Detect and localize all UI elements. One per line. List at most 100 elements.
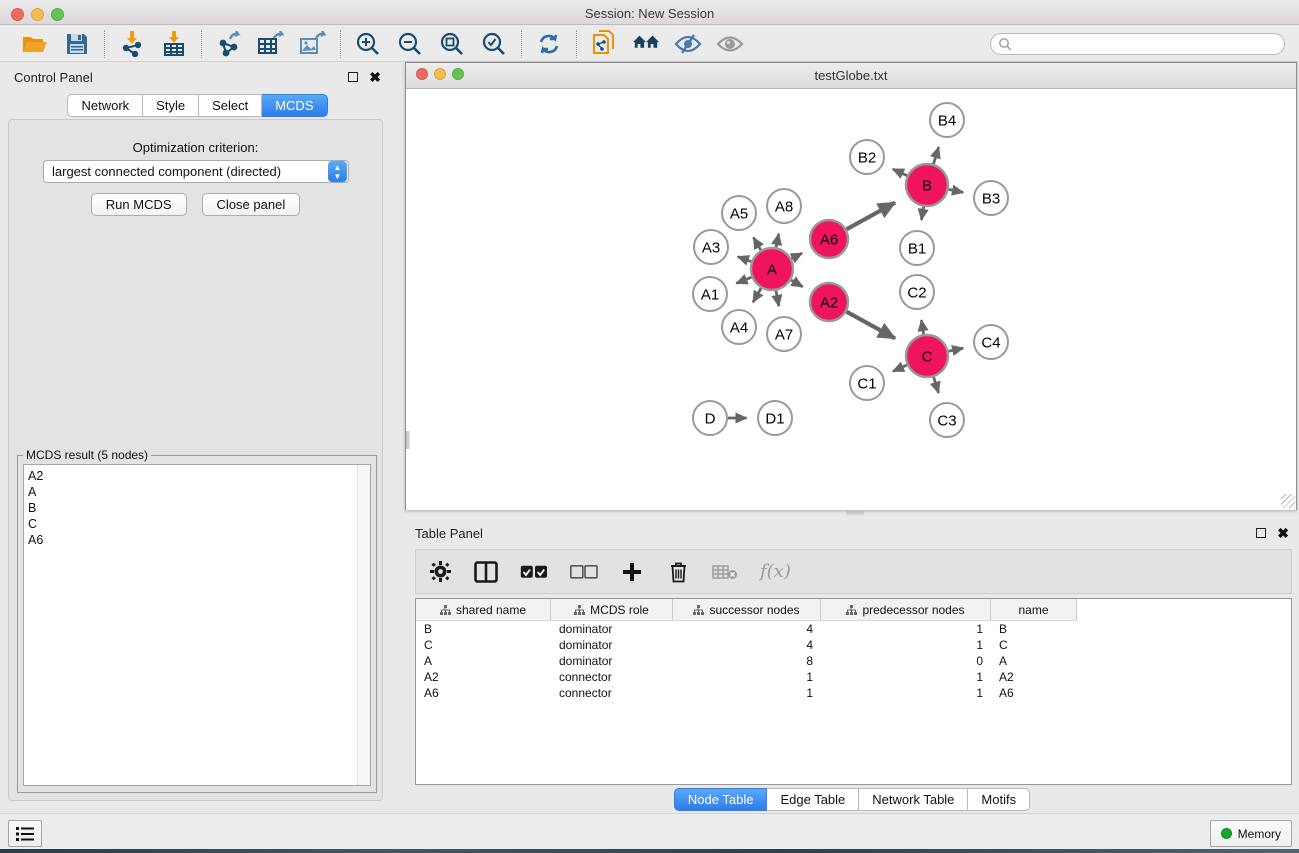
graph-edge-B-B3[interactable] [949,189,964,192]
zoom-out-icon[interactable] [396,30,424,58]
tab-network-table[interactable]: Network Table [859,788,968,811]
table-cell[interactable]: A2 [416,670,551,684]
table-cell[interactable]: 0 [821,654,991,668]
table-cell[interactable]: 1 [673,670,821,684]
close-panel-icon[interactable]: ✖ [369,72,381,82]
graph-edge-A-A1[interactable] [736,277,751,283]
mcds-result-list[interactable]: A2ABCA6 [23,464,371,786]
table-cell[interactable]: B [991,622,1077,636]
show-columns-icon[interactable] [474,557,498,587]
table-cell[interactable]: A [416,654,551,668]
task-history-button[interactable] [8,820,42,847]
table-cell[interactable]: connector [551,670,673,684]
table-cell[interactable]: 1 [821,622,991,636]
graph-edge-C-C3[interactable] [934,377,939,393]
import-network-icon[interactable] [118,30,146,58]
graph-edge-C-C4[interactable] [948,348,963,351]
tab-style[interactable]: Style [143,94,199,117]
graph-edge-B-B4[interactable] [933,147,938,164]
window-resize-grip-corner[interactable] [1281,494,1295,508]
graph-edge-A-A6[interactable] [791,253,802,259]
run-mcds-button[interactable]: Run MCDS [91,193,187,216]
select-all-columns-icon[interactable] [520,557,548,587]
graph-edge-B-B1[interactable] [921,207,923,220]
graph-edge-A-A5[interactable] [753,237,760,250]
network-window-titlebar[interactable]: testGlobe.txt [406,63,1296,89]
delete-column-trash-icon[interactable] [666,557,690,587]
zoom-selected-icon[interactable] [480,30,508,58]
graph-edge-A6-B[interactable] [847,203,895,230]
close-table-panel-icon[interactable]: ✖ [1277,528,1289,538]
graph-edge-A-A7[interactable] [776,291,779,306]
table-cell[interactable]: 1 [821,670,991,684]
zoom-in-icon[interactable] [354,30,382,58]
table-cell[interactable]: 1 [821,686,991,700]
graph-edge-A-A8[interactable] [776,234,779,247]
table-cell[interactable]: C [991,638,1077,652]
zoom-fit-icon[interactable] [438,30,466,58]
graph-edge-C-C1[interactable] [893,365,907,371]
mcds-result-item[interactable]: B [28,500,370,516]
table-cell[interactable]: dominator [551,622,673,636]
table-settings-gear-icon[interactable] [428,557,452,587]
table-cell[interactable]: C [416,638,551,652]
network-canvas[interactable]: B4B2BB3A5A8A6A3B1AA1C2A2A4A7C4CC1C3DD1 [406,89,1296,510]
table-row[interactable]: A2connector11A2 [416,669,1291,685]
table-row[interactable]: Bdominator41B [416,621,1291,637]
table-cell[interactable]: A6 [416,686,551,700]
tab-select[interactable]: Select [199,94,262,117]
result-scrollbar[interactable] [357,465,370,785]
tab-edge-table[interactable]: Edge Table [767,788,859,811]
mcds-result-item[interactable]: A2 [28,468,370,484]
export-network-icon[interactable] [215,30,243,58]
mcds-result-item[interactable]: C [28,516,370,532]
memory-button[interactable]: Memory [1210,820,1292,847]
close-panel-button[interactable]: Close panel [202,193,301,216]
clone-network-icon[interactable] [590,30,618,58]
table-cell[interactable]: 1 [673,686,821,700]
table-cell[interactable]: B [416,622,551,636]
table-cell[interactable]: 4 [673,622,821,636]
tab-mcds[interactable]: MCDS [262,94,327,117]
graph-edge-B-B2[interactable] [893,169,907,176]
search-input[interactable] [1012,37,1272,51]
graph-edge-A-A2[interactable] [791,280,803,287]
deselect-all-columns-icon[interactable] [570,557,598,587]
table-cell[interactable]: dominator [551,638,673,652]
window-resize-grip-left[interactable] [406,431,410,449]
window-resize-grip-bottom[interactable] [846,511,864,516]
tab-node-table[interactable]: Node Table [674,788,768,811]
float-panel-icon[interactable] [348,72,358,82]
table-cell[interactable]: 8 [673,654,821,668]
home-views-icon[interactable] [632,30,660,58]
show-graphics-icon[interactable] [716,30,744,58]
table-row[interactable]: A6connector11A6 [416,685,1291,701]
save-session-icon[interactable] [63,30,91,58]
column-header-predecessor-nodes[interactable]: predecessor nodes [821,599,991,621]
column-header-successor-nodes[interactable]: successor nodes [673,599,821,621]
column-header-MCDS-role[interactable]: MCDS role [551,599,673,621]
table-cell[interactable]: 4 [673,638,821,652]
table-cell[interactable]: 1 [821,638,991,652]
graph-edge-A-A4[interactable] [753,288,761,302]
optimization-criterion-select[interactable]: largest connected component (directed) ▲… [43,160,349,183]
graph-edge-C-C2[interactable] [921,320,923,334]
graph-edge-A2-C[interactable] [847,312,895,339]
graph-edge-A-A3[interactable] [738,257,752,262]
search-field[interactable] [990,33,1285,55]
mcds-result-item[interactable]: A [28,484,370,500]
export-image-icon[interactable] [299,30,327,58]
float-table-panel-icon[interactable] [1256,528,1266,538]
table-cell[interactable]: dominator [551,654,673,668]
column-header-name[interactable]: name [991,599,1077,621]
tab-motifs[interactable]: Motifs [968,788,1030,811]
table-row[interactable]: Cdominator41C [416,637,1291,653]
import-table-icon[interactable] [160,30,188,58]
table-cell[interactable]: A6 [991,686,1077,700]
hide-details-icon[interactable] [674,30,702,58]
create-column-plus-icon[interactable] [620,557,644,587]
export-table-icon[interactable] [257,30,285,58]
table-cell[interactable]: A2 [991,670,1077,684]
table-cell[interactable]: connector [551,686,673,700]
open-session-icon[interactable] [21,30,49,58]
